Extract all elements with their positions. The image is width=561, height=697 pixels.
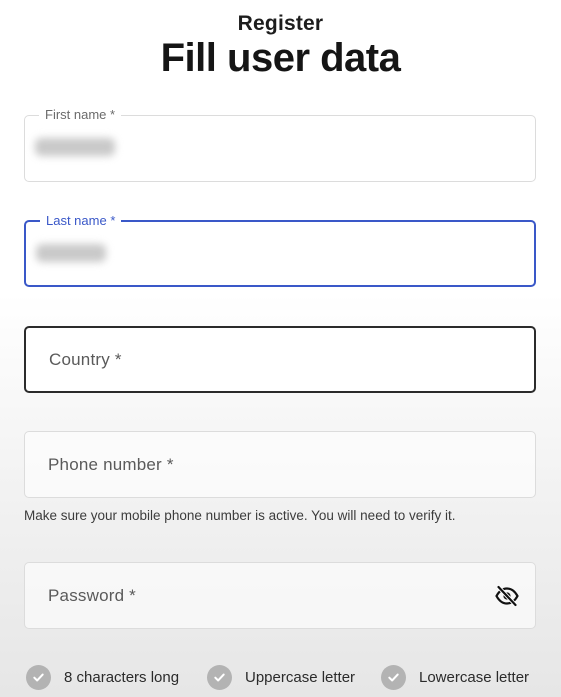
password-requirements: 8 characters long Uppercase letter Lower…: [24, 662, 536, 692]
check-circle-icon: [381, 664, 406, 690]
requirement-label: 8 characters long: [64, 668, 180, 686]
phone-number-field[interactable]: Phone number *: [24, 431, 536, 498]
country-placeholder: Country *: [49, 349, 122, 369]
phone-helper-text: Make sure your mobile phone number is ac…: [24, 508, 456, 523]
page-title: Fill user data: [160, 36, 401, 80]
requirement-label: Lowercase letter: [419, 668, 530, 686]
check-circle-icon: [26, 664, 51, 690]
eye-off-icon[interactable]: [495, 584, 519, 608]
page-subtitle: Register: [237, 12, 324, 35]
requirement-length: 8 characters long: [26, 662, 179, 692]
last-name-field[interactable]: Last name * •••••: [24, 213, 536, 287]
password-field[interactable]: Password *: [24, 562, 536, 629]
last-name-label: Last name *: [40, 213, 122, 229]
country-field[interactable]: Country *: [24, 326, 536, 393]
requirement-uppercase: Uppercase letter: [207, 662, 355, 692]
phone-number-placeholder: Phone number *: [48, 454, 174, 474]
requirement-label: Uppercase letter: [245, 668, 356, 686]
first-name-value: ••••••: [35, 138, 115, 156]
password-placeholder: Password *: [48, 585, 136, 605]
last-name-value: •••••: [36, 244, 106, 262]
check-circle-icon: [207, 664, 232, 690]
first-name-label: First name *: [39, 107, 122, 123]
first-name-field[interactable]: First name * ••••••: [24, 107, 536, 182]
requirement-lowercase: Lowercase letter: [381, 662, 529, 692]
